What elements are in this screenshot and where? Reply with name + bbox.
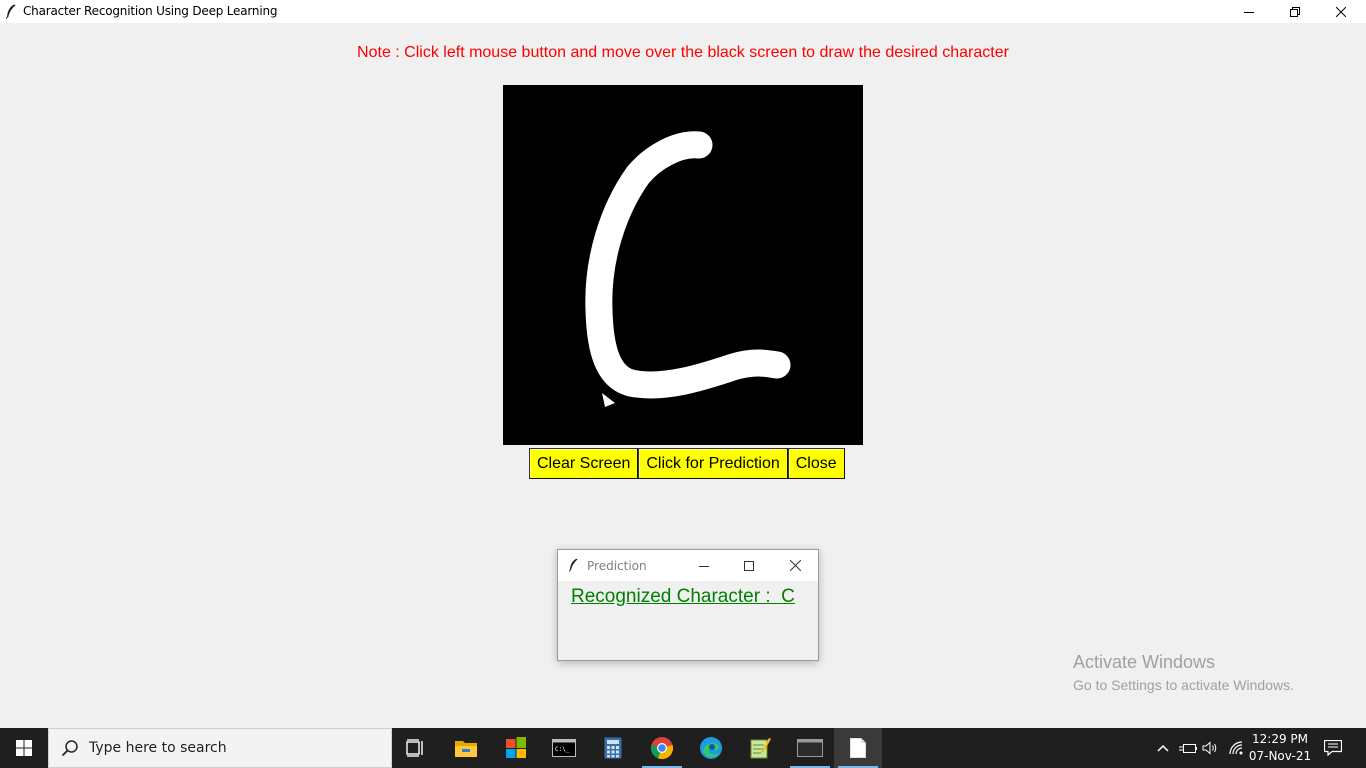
prediction-dialog: Prediction Recognized Character : C: [557, 549, 819, 661]
network-button[interactable]: [1226, 728, 1248, 768]
chrome-icon: [651, 737, 674, 760]
minimize-button[interactable]: [1226, 0, 1272, 23]
start-button[interactable]: [0, 728, 48, 768]
predict-button[interactable]: Click for Prediction: [638, 448, 788, 479]
notepad-plus-plus-icon: [750, 738, 771, 759]
task-view-icon: [406, 739, 423, 757]
battery-status[interactable]: [1178, 728, 1198, 768]
watermark-title: Activate Windows: [1073, 652, 1216, 672]
chrome-button[interactable]: [638, 728, 686, 768]
restore-icon: [1290, 6, 1300, 17]
dialog-title: Prediction: [587, 559, 647, 573]
command-prompt-button[interactable]: C:\_: [540, 728, 588, 768]
dialog-close-button[interactable]: [773, 550, 817, 581]
watermark-subtitle: Go to Settings to activate Windows.: [1073, 677, 1294, 693]
notepad-button[interactable]: [834, 728, 882, 768]
dialog-titlebar: Prediction: [558, 550, 818, 581]
store-icon: [506, 737, 526, 758]
feather-icon: [6, 4, 16, 19]
edge-icon: [700, 737, 722, 759]
notification-icon: [1324, 740, 1342, 756]
maximize-icon: [744, 560, 754, 571]
feather-icon: [569, 558, 578, 572]
taskbar-clock[interactable]: 12:29 PM 07-Nov-21: [1248, 731, 1312, 765]
show-hidden-icons-button[interactable]: [1154, 728, 1172, 768]
drawing-canvas[interactable]: [503, 85, 863, 445]
microsoft-store-button[interactable]: [492, 728, 540, 768]
action-buttons: Clear Screen Click for Prediction Close: [529, 448, 845, 479]
battery-plug-icon: [1179, 744, 1197, 753]
window-title: Character Recognition Using Deep Learnin…: [23, 4, 278, 18]
dialog-minimize-button[interactable]: [682, 550, 726, 581]
file-explorer-button[interactable]: [442, 728, 490, 768]
terminal-icon: [797, 739, 823, 757]
minimize-icon: [699, 565, 709, 567]
recognized-character-label: Recognized Character : C: [571, 586, 795, 607]
search-placeholder: Type here to search: [89, 740, 227, 756]
volume-button[interactable]: [1200, 728, 1220, 768]
clock-time: 12:29 PM: [1252, 732, 1308, 746]
edge-button[interactable]: [687, 728, 735, 768]
restore-button[interactable]: [1272, 0, 1318, 23]
dialog-maximize-button[interactable]: [727, 550, 771, 581]
window-titlebar: Character Recognition Using Deep Learnin…: [0, 0, 1366, 23]
folder-icon: [455, 741, 477, 757]
search-icon: [61, 740, 78, 757]
clock-date: 07-Nov-21: [1248, 749, 1312, 763]
notepad-plus-plus-button[interactable]: [736, 728, 784, 768]
taskbar: Type here to search C:\_ 12:29 PM 07-Nov…: [0, 728, 1366, 768]
close-icon: [789, 560, 801, 571]
close-icon: [1336, 6, 1346, 17]
instruction-note: Note : Click left mouse button and move …: [357, 44, 1009, 61]
activate-windows-watermark: Activate Windows Go to Settings to activ…: [1073, 652, 1294, 693]
minimize-icon: [1244, 11, 1254, 13]
document-icon: [850, 738, 866, 758]
taskbar-search-box[interactable]: Type here to search: [48, 728, 392, 768]
windows-logo-icon: [16, 740, 32, 756]
close-window-button[interactable]: [1318, 0, 1364, 23]
close-button[interactable]: Close: [787, 448, 845, 479]
clear-screen-button[interactable]: Clear Screen: [529, 448, 639, 479]
chevron-up-icon: [1157, 744, 1169, 752]
calculator-button[interactable]: [589, 728, 637, 768]
calculator-icon: [604, 737, 622, 759]
wifi-icon: [1229, 741, 1243, 755]
task-view-button[interactable]: [392, 728, 440, 768]
action-center-button[interactable]: [1318, 728, 1348, 768]
drawn-character-stroke: [585, 131, 791, 407]
speaker-icon: [1202, 741, 1217, 755]
terminal-button[interactable]: [786, 728, 834, 768]
cmd-icon: C:\_: [552, 739, 576, 757]
svg-text:C:\_: C:\_: [555, 746, 570, 753]
